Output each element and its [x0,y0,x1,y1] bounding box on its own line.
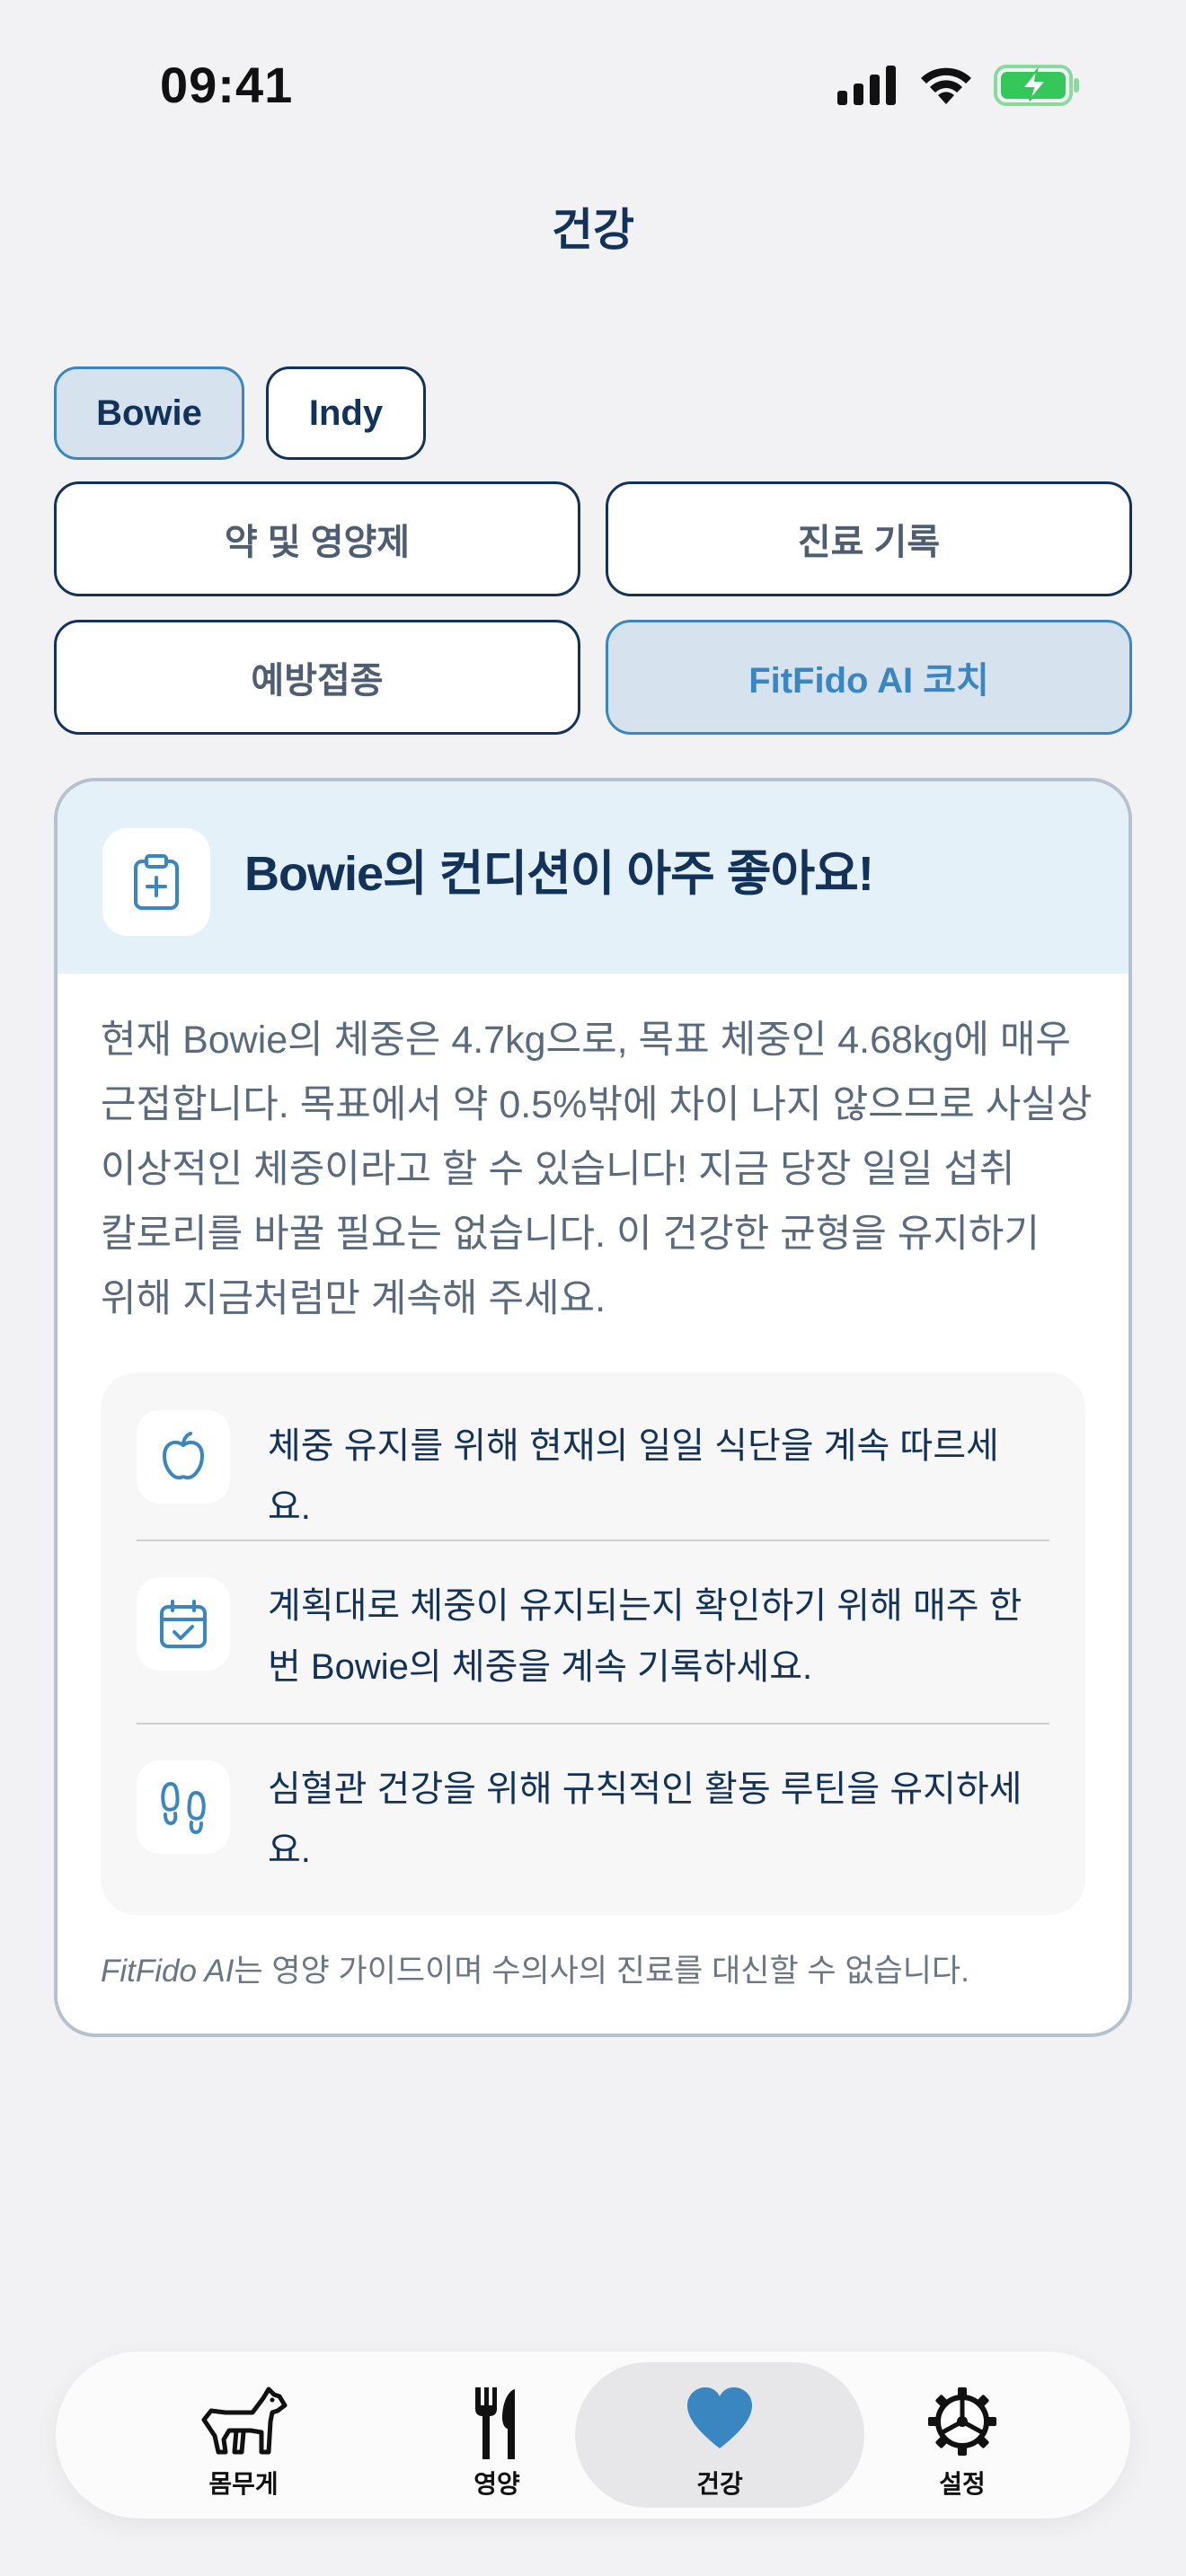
tips-list: 체중 유지를 위해 현재의 일일 식단을 계속 따르세요. 계획대로 체중이 유… [101,1372,1085,1915]
apple-icon [137,1410,230,1504]
gear-icon [818,2386,1107,2457]
dog-icon [99,2386,388,2457]
medical-records-tile[interactable]: 진료 기록 [606,481,1132,596]
disclaimer: FitFido AI는 영양 가이드이며 수의사의 진료를 대신할 수 없습니다… [101,1945,969,1991]
ai-coach-tile[interactable]: FitFido AI 코치 [606,620,1132,735]
tile-label: 약 및 영양제 [224,523,411,562]
tab-label: 설정 [939,2470,986,2498]
battery-charging-icon [994,65,1079,106]
list-item: 심혈관 건강을 위해 규칙적인 활동 루틴을 유지하세요. [137,1757,1049,1879]
medications-tile[interactable]: 약 및 영양제 [54,481,580,596]
pet-chip-bowie[interactable]: Bowie [54,366,244,460]
tip-text: 계획대로 체중이 유지되는지 확인하기 위해 매주 한 번 Bowie의 체중을… [268,1586,1022,1687]
vaccinations-tile[interactable]: 예방접종 [54,620,580,735]
tile-label: 예방접종 [251,661,384,701]
tab-bar: 몸무게 영양 건강 설정 [56,2351,1130,2519]
cellular-signal-icon [837,66,896,105]
pet-chip-label: Bowie [96,393,202,433]
ai-coach-card: Bowie의 컨디션이 아주 좋아요! 현재 Bowie의 체중은 4.7kg으… [54,778,1132,2037]
pet-chip-indy[interactable]: Indy [266,366,426,460]
disclaimer-brand: FitFido AI [101,1954,235,1989]
pet-chip-label: Indy [308,393,384,433]
card-title: Bowie의 컨디션이 아주 좋아요! [244,847,874,901]
tab-label: 몸무게 [208,2470,279,2498]
list-item: 계획대로 체중이 유지되는지 확인하기 위해 매주 한 번 Bowie의 체중을… [137,1574,1049,1696]
divider [137,1539,1049,1541]
tip-text: 체중 유지를 위해 현재의 일일 식단을 계속 따르세요. [268,1426,999,1527]
coach-summary-text: 현재 Bowie의 체중은 4.7kg으로, 목표 체중인 4.68kg에 매우… [101,1019,1093,1320]
footprints-icon [137,1760,230,1854]
calendar-check-icon [137,1577,230,1671]
status-icons [837,63,1080,108]
divider [137,1723,1049,1725]
tile-label: FitFido AI 코치 [748,661,989,701]
wifi-icon [921,67,971,104]
tip-text: 심혈관 건강을 위해 규칙적인 활동 루틴을 유지하세요. [268,1769,1022,1870]
tab-weight[interactable]: 몸무게 [99,2362,388,2508]
status-time: 09:41 [160,57,294,113]
card-header: Bowie의 컨디션이 아주 좋아요! [58,781,1128,974]
disclaimer-text: 는 영양 가이드이며 수의사의 진료를 대신할 수 없습니다. [234,1954,969,1989]
tab-settings[interactable]: 설정 [818,2362,1107,2508]
tile-label: 진료 기록 [797,523,941,562]
page-title: 건강 [552,205,634,255]
clipboard-plus-icon [102,828,210,936]
list-item: 체중 유지를 위해 현재의 일일 식단을 계속 따르세요. [137,1410,1049,1527]
